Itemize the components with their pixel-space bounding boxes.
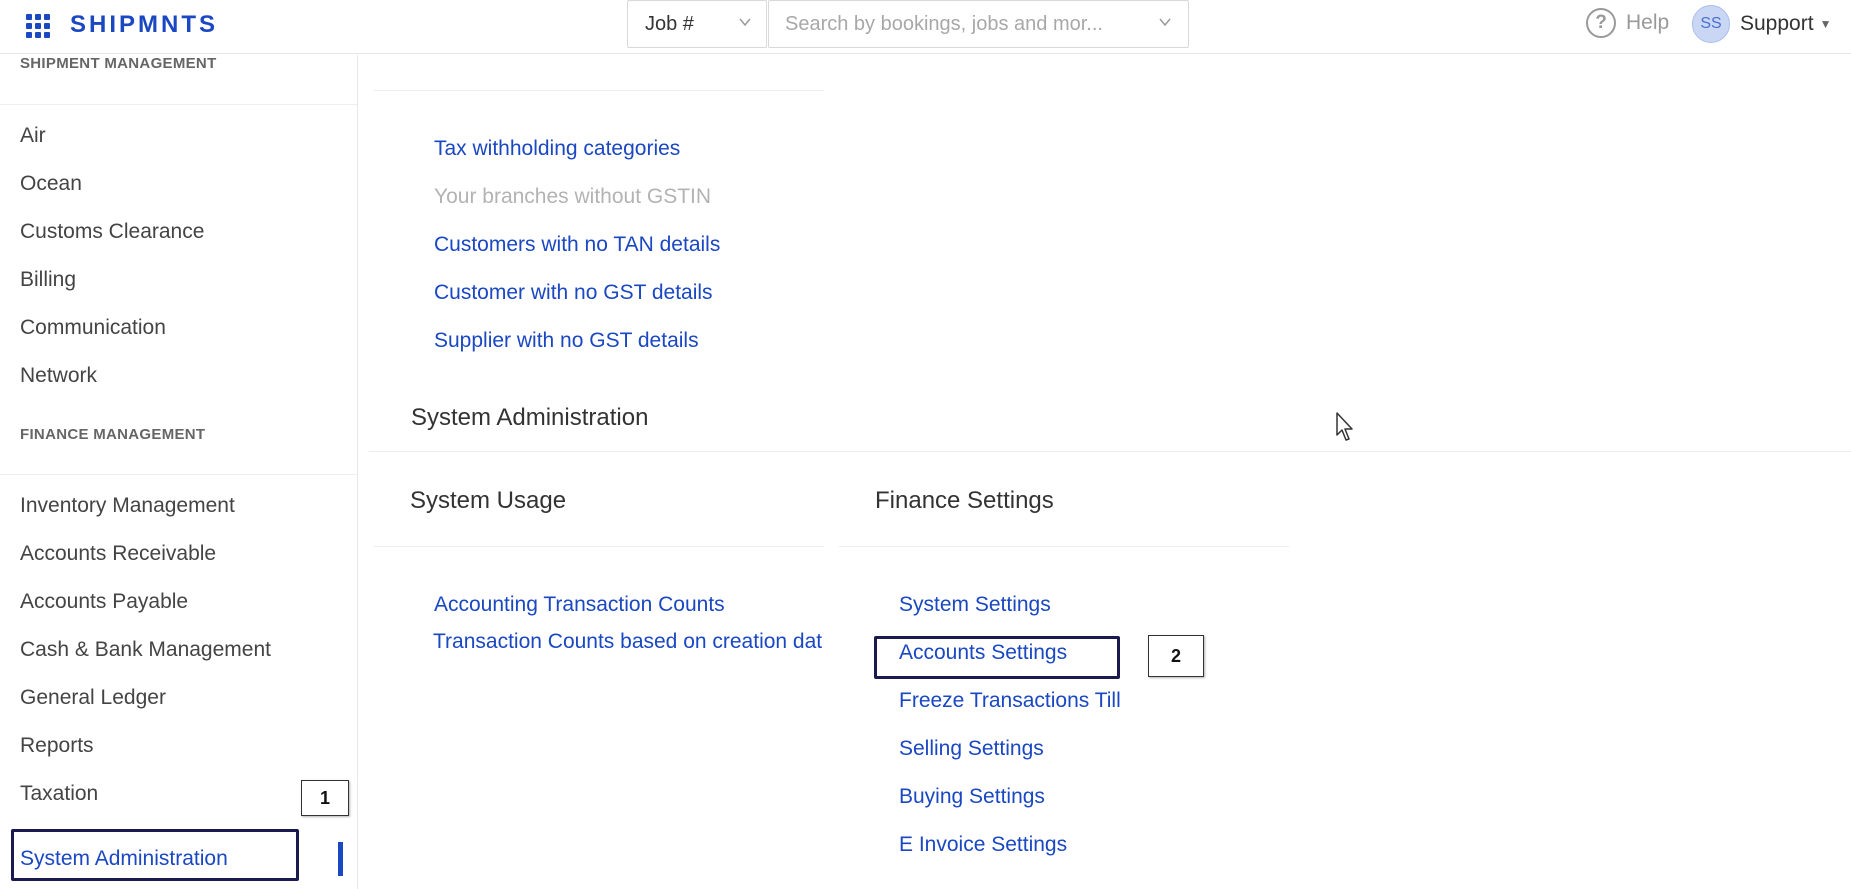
link-freeze-transactions-till[interactable]: Freeze Transactions Till <box>899 689 1121 713</box>
sidebar-item-air[interactable]: Air <box>20 124 46 148</box>
sidebar-item-ocean[interactable]: Ocean <box>20 172 82 196</box>
subsection-title-finance-settings: Finance Settings <box>875 487 1054 514</box>
divider <box>839 546 1289 547</box>
link-accounting-transaction-counts[interactable]: Accounting Transaction Counts <box>434 593 725 617</box>
divider <box>0 104 357 105</box>
help-link[interactable]: ? Help <box>1586 8 1669 38</box>
clip-container: Transaction Counts based on creation dat… <box>433 630 823 670</box>
divider <box>374 90 824 91</box>
divider <box>0 474 357 475</box>
avatar: SS <box>1692 5 1730 43</box>
link-customers-no-tan[interactable]: Customers with no TAN details <box>434 233 720 257</box>
job-type-select[interactable]: Job # <box>627 0 767 48</box>
caret-down-icon: ▼ <box>1819 17 1832 31</box>
sidebar-item-reports[interactable]: Reports <box>20 734 94 758</box>
sidebar-item-network[interactable]: Network <box>20 364 97 388</box>
sidebar-item-taxation[interactable]: Taxation <box>20 782 98 806</box>
global-search[interactable] <box>768 0 1189 48</box>
sidebar-item-accounts-payable[interactable]: Accounts Payable <box>20 590 188 614</box>
help-label: Help <box>1626 11 1670 34</box>
user-name: Support <box>1740 12 1814 35</box>
link-customer-no-gst[interactable]: Customer with no GST details <box>434 281 713 305</box>
link-tax-withholding-categories[interactable]: Tax withholding categories <box>434 137 680 161</box>
link-selling-settings[interactable]: Selling Settings <box>899 737 1044 761</box>
mouse-cursor-icon <box>1336 412 1353 441</box>
divider <box>374 546 824 547</box>
sidebar: SHIPMENT MANAGEMENT Air Ocean Customs Cl… <box>0 55 358 889</box>
link-system-settings[interactable]: System Settings <box>899 593 1051 617</box>
sidebar-item-billing[interactable]: Billing <box>20 268 76 292</box>
user-menu[interactable]: SS Support ▼ <box>1692 5 1831 43</box>
highlight-box-accounts-settings <box>874 636 1120 679</box>
link-supplier-no-gst[interactable]: Supplier with no GST details <box>434 329 699 353</box>
sidebar-item-communication[interactable]: Communication <box>20 316 166 340</box>
top-bar: SHIPMNTS Job # ? Help SS Support ▼ <box>0 0 1851 54</box>
annotation-tag-1: 1 <box>301 780 349 816</box>
link-branches-without-gstin: Your branches without GSTIN <box>434 185 712 208</box>
sidebar-item-accounts-receivable[interactable]: Accounts Receivable <box>20 542 216 566</box>
highlight-box-system-administration <box>11 829 299 881</box>
sidebar-item-inventory-management[interactable]: Inventory Management <box>20 494 235 518</box>
chevron-down-icon <box>1159 18 1171 27</box>
subsection-title-system-usage: System Usage <box>410 487 567 514</box>
sidebar-item-customs-clearance[interactable]: Customs Clearance <box>20 220 204 244</box>
annotation-tag-2: 2 <box>1148 635 1204 677</box>
divider <box>369 451 1851 452</box>
sidebar-item-cash-bank-management[interactable]: Cash & Bank Management <box>20 638 271 662</box>
sidebar-heading-shipment: SHIPMENT MANAGEMENT <box>20 55 217 72</box>
sidebar-heading-finance: FINANCE MANAGEMENT <box>20 426 206 443</box>
help-circle-icon: ? <box>1586 8 1616 38</box>
link-transaction-counts-creation-date[interactable]: Transaction Counts based on creation dat… <box>433 630 823 654</box>
link-e-invoice-settings[interactable]: E Invoice Settings <box>899 833 1067 857</box>
chevron-down-icon <box>739 18 751 27</box>
section-title-system-administration: System Administration <box>411 404 649 431</box>
job-type-value: Job # <box>645 12 694 35</box>
main-content: Tax withholding categories Your branches… <box>359 55 1851 889</box>
search-input[interactable] <box>785 12 1145 36</box>
active-indicator <box>338 842 343 876</box>
link-buying-settings[interactable]: Buying Settings <box>899 785 1045 809</box>
brand-logo[interactable]: SHIPMNTS <box>70 11 218 39</box>
sidebar-item-general-ledger[interactable]: General Ledger <box>20 686 166 710</box>
apps-grid-icon[interactable] <box>26 14 50 38</box>
